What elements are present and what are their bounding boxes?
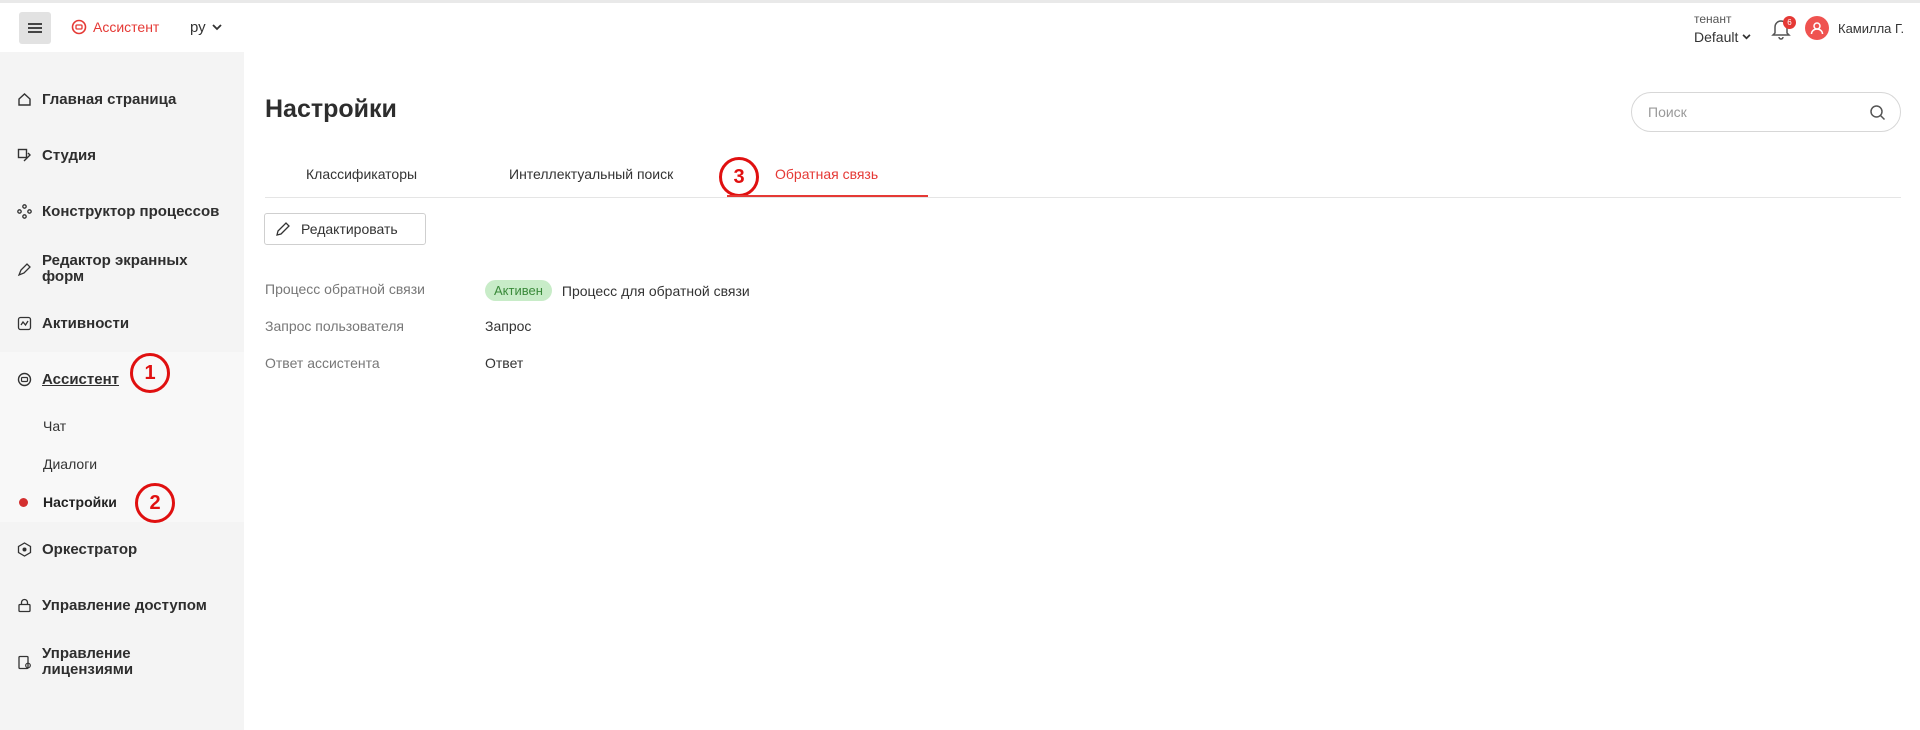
sidebar-item-label: Студия [42,147,97,164]
tenant-value: Default [1694,29,1739,45]
field-value-user-request: Запрос [485,318,532,334]
feedback-process-name[interactable]: Процесс для обратной связи [562,283,750,299]
home-icon [17,92,32,107]
sidebar-item-label: Редактор экранных форм [42,252,188,285]
status-badge: Активен [485,280,552,301]
access-icon [17,598,32,613]
language-select[interactable]: ру [190,19,222,36]
pencil-icon [276,222,290,236]
sidebar-subitem-chat[interactable]: Чат [43,418,66,434]
sidebar-item-label: Управление доступом [42,597,207,614]
sidebar-item-studio[interactable]: Студия [17,147,96,164]
chevron-down-icon [1742,34,1751,40]
tab-classifiers[interactable]: Классификаторы [306,166,417,182]
edit-button[interactable]: Редактировать [264,213,426,245]
edit-button-label: Редактировать [301,221,398,237]
app-header: Ассистент ру тенант Default 6 Камилла Г. [0,3,1920,52]
field-value-assistant-answer: Ответ [485,355,524,371]
brand-label: Ассистент [93,19,160,35]
studio-icon [17,148,32,163]
user-name: Камилла Г. [1838,20,1905,36]
tab-feedback[interactable]: Обратная связь [775,166,878,182]
search-input[interactable] [1648,104,1869,120]
sidebar-item-label: Активности [42,315,130,332]
process-icon [17,204,32,219]
annotation-marker-2: 2 [135,483,175,523]
sidebar-item-process-builder[interactable]: Конструктор процессов [17,203,219,220]
search-icon[interactable] [1869,104,1886,121]
sidebar-item-form-editor[interactable]: Редактор экранных форм [17,253,202,285]
activity-icon [17,316,32,331]
brand-link[interactable]: Ассистент [71,19,159,35]
sidebar-item-label: Конструктор процессов [42,203,220,220]
tabs-divider [265,197,1901,198]
active-tab-underline [727,195,928,197]
sidebar-item-activities[interactable]: Активности [17,315,129,332]
annotation-marker-1: 1 [130,353,170,393]
search-box[interactable] [1631,92,1901,132]
sidebar-item-access[interactable]: Управление доступом [17,597,207,614]
avatar [1805,16,1829,40]
annotation-marker-3: 3 [719,157,759,197]
sidebar-item-assistant[interactable]: Ассистент [17,371,119,388]
field-value-feedback-process: Активен Процесс для обратной связи [485,280,750,301]
form-editor-icon [17,262,32,277]
sidebar-item-label: Ассистент [42,371,119,388]
sidebar-item-licenses[interactable]: Управление лицензиями [17,646,152,678]
sidebar-item-label: Управление лицензиями [42,645,134,678]
sidebar-item-label: Главная страница [42,91,177,108]
menu-toggle-button[interactable] [19,12,51,44]
sidebar-subitem-dialogs[interactable]: Диалоги [43,456,97,472]
field-label-feedback-process: Процесс обратной связи [265,281,425,297]
notifications-badge: 6 [1783,16,1796,29]
language-value: ру [190,19,206,36]
sidebar-subitem-settings[interactable]: Настройки [43,494,117,510]
assistant-logo-icon [71,19,87,35]
active-indicator [19,498,28,507]
sidebar-item-orchestrator[interactable]: Оркестратор [17,541,137,558]
sidebar-item-label: Оркестратор [42,541,138,558]
assistant-icon [17,372,32,387]
tab-intelligent-search[interactable]: Интеллектуальный поиск [509,166,673,182]
user-icon [1810,22,1824,35]
orchestrator-icon [17,542,32,557]
tenant-select[interactable]: тенант Default [1694,10,1751,46]
chevron-down-icon [212,24,222,31]
user-menu[interactable]: Камилла Г. [1805,16,1904,40]
field-label-user-request: Запрос пользователя [265,318,404,334]
license-icon [17,655,32,670]
tenant-label: тенант [1694,12,1732,26]
page-title: Настройки [265,95,397,123]
hamburger-icon [28,23,42,33]
sidebar-item-home[interactable]: Главная страница [17,91,176,108]
field-label-assistant-answer: Ответ ассистента [265,355,380,371]
